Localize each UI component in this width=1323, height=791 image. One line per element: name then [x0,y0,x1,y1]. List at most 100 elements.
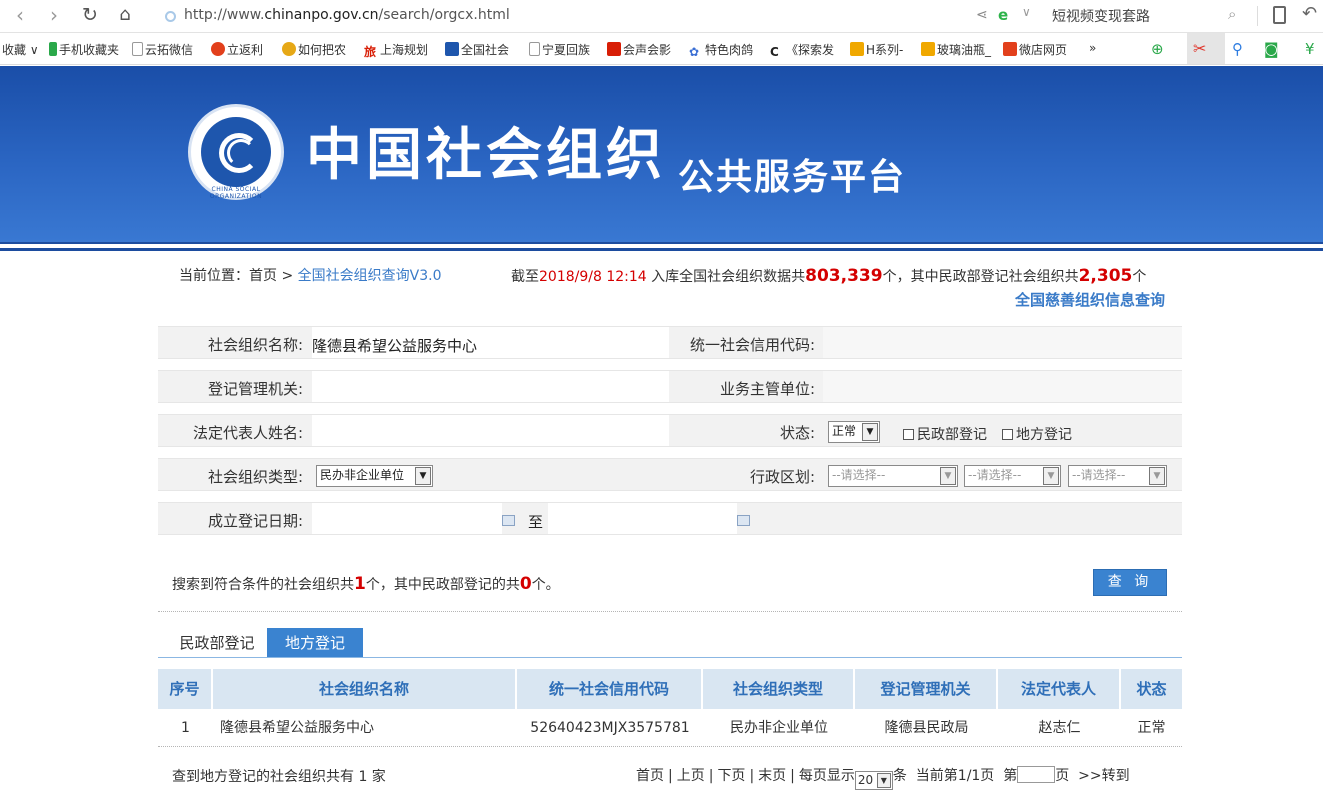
paw-icon: ✿ [689,45,700,59]
tab-ministry-registration[interactable]: 民政部登记 [168,628,266,658]
url-input[interactable]: http://www.chinanpo.gov.cn/search/orgcx.… [184,7,510,23]
gamepad-icon[interactable]: ◙ [1264,40,1279,58]
favorite-item[interactable]: 玻璃油瓶_ [921,41,991,58]
cell-org-name[interactable]: 隆德县希望公益服务中心 [220,709,517,747]
reg-authority-input[interactable] [312,371,669,402]
legal-rep-label: 法定代表人姓名: [192,424,303,442]
col-status[interactable]: 状态 [1121,669,1182,709]
favorite-item[interactable]: H系列- [850,41,903,58]
per-page-label: 每页显示 [798,768,855,784]
query-button[interactable]: 查 询 [1093,569,1167,596]
org-type-select[interactable]: 民办非企业单位 ▼ [316,465,433,487]
home-icon[interactable]: ⌂ [113,4,137,28]
calendar-icon[interactable] [502,515,515,526]
share-icon[interactable]: ⋖ [976,7,988,23]
first-page-link[interactable]: 首页 [636,768,664,784]
screenshot-tool[interactable]: ✂ [1187,33,1225,64]
form-row: 法定代表人姓名: 状态: 正常 ▼ 民政部登记 地方登记 [158,414,1182,447]
divider [158,611,1182,612]
legal-rep-input[interactable] [312,415,669,446]
table-row[interactable]: 1 隆德县希望公益服务中心 52640423MJX3575781 民办非企业单位… [158,709,1182,747]
favorite-item[interactable]: 立返利 [211,41,263,58]
favorite-item[interactable]: ✿ 特色肉鸽 [689,41,753,59]
chevron-down-icon: ▼ [415,467,431,485]
favorite-item[interactable]: 如何把农 [282,41,346,58]
banner-divider [0,242,1323,251]
cell-index: 1 [181,720,190,736]
logo-ring-text: CHINA SOCIAL ORGANIZATION [209,186,263,200]
ministry-checkbox[interactable]: 民政部登记 [903,424,987,444]
form-row: 登记管理机关: 业务主管单位: [158,370,1182,403]
favorite-item[interactable]: 宁夏回族 [529,41,590,58]
chevron-down-icon[interactable]: ∨ [1022,5,1031,19]
magnifier-icon[interactable]: ⚲ [1232,40,1243,58]
favorite-item[interactable]: C 《探索发 [770,41,834,59]
refresh-icon[interactable]: ↻ [78,4,102,28]
supervisor-input[interactable] [823,371,1182,402]
cell-reg-authority: 隆德县民政局 [884,720,969,736]
local-checkbox[interactable]: 地方登记 [1002,424,1072,444]
province-select[interactable]: --请选择-- ▼ [828,465,958,487]
database-stats: 截至2018/9/8 12:14 入库全国社会组织数据共803,339个，其中民… [511,266,1147,286]
col-org-type[interactable]: 社会组织类型 [703,669,855,709]
forward-icon[interactable]: › [42,4,66,28]
last-page-link[interactable]: 末页 [758,768,786,784]
stats-total: 803,339 [805,266,883,286]
col-legal-rep[interactable]: 法定代表人 [998,669,1121,709]
breadcrumb-home-link[interactable]: 首页 [249,268,277,284]
credit-code-input[interactable] [823,327,1182,358]
site-info-icon[interactable] [165,11,176,22]
per-page-select[interactable]: 20 ▼ [854,771,893,790]
browser-e-icon[interactable]: e [998,6,1008,24]
search-icon[interactable]: ⌕ [1228,5,1236,23]
favorites-menu[interactable]: 收藏 ∨ [2,41,39,58]
date-from-input[interactable] [312,503,502,534]
goto-page-link[interactable]: >>转到 [1078,768,1129,784]
favorite-item[interactable]: 旅上海规划 [364,41,428,59]
favorite-item[interactable]: 云拓微信 [132,41,193,58]
region-label: 行政区划: [749,468,815,486]
breadcrumb-label: 当前位置： [179,268,249,284]
tab-underline [158,657,1182,658]
more-favorites-button[interactable]: » [1089,41,1096,55]
charity-query-link[interactable]: 全国慈善组织信息查询 [1015,289,1165,310]
stats-date: 2018/9/8 12:14 [539,269,647,285]
yen-icon[interactable]: ¥ [1305,40,1315,58]
city-select[interactable]: --请选择-- ▼ [964,465,1061,487]
form-row: 社会组织名称: 隆德县希望公益服务中心 统一社会信用代码: [158,326,1182,359]
translate-icon[interactable]: ⊕ [1151,40,1164,58]
reg-authority-label: 登记管理机关: [207,380,303,398]
prev-page-link[interactable]: 上页 [677,768,705,784]
tab-local-registration[interactable]: 地方登记 [267,628,363,658]
page-icon [132,42,143,56]
col-org-name[interactable]: 社会组织名称 [213,669,517,709]
col-credit-code[interactable]: 统一社会信用代码 [517,669,703,709]
favorite-item[interactable]: 手机收藏夹 [49,41,119,58]
breadcrumb-current[interactable]: 全国社会组织查询V3.0 [298,268,442,284]
county-select[interactable]: --请选择-- ▼ [1068,465,1167,487]
org-name-input[interactable]: 隆德县希望公益服务中心 [312,327,669,358]
checkbox-box [1002,429,1013,440]
calendar-icon[interactable] [737,515,750,526]
favorite-item[interactable]: 微店网页 [1003,41,1067,58]
search-form: 社会组织名称: 隆德县希望公益服务中心 统一社会信用代码: 登记管理机关: 业务… [158,326,1182,546]
status-select[interactable]: 正常 ▼ [828,421,880,443]
favorite-item[interactable]: 会声会影 [607,41,671,58]
col-index[interactable]: 序号 [158,669,213,709]
favorite-item[interactable]: 全国社会 [445,41,509,58]
next-page-link[interactable]: 下页 [717,768,745,784]
supervisor-label: 业务主管单位: [719,380,815,398]
breadcrumb: 当前位置：首页 > 全国社会组织查询V3.0 [179,265,441,285]
site-icon [282,42,296,56]
phone-icon[interactable] [1273,6,1286,24]
cell-legal-rep: 赵志仁 [1038,720,1081,736]
col-reg-authority[interactable]: 登记管理机关 [855,669,998,709]
china-social-organization-logo[interactable]: CHINA SOCIAL ORGANIZATION [188,104,284,200]
date-to-input[interactable] [548,503,737,534]
status-label: 状态: [779,424,815,442]
chevron-down-icon: ▼ [862,423,878,441]
undo-icon[interactable]: ↶ [1302,3,1317,24]
goto-page-input[interactable] [1017,766,1056,783]
back-icon[interactable]: ‹ [8,4,32,28]
browser-search-input[interactable]: 短视频变现套路 [1052,6,1252,26]
